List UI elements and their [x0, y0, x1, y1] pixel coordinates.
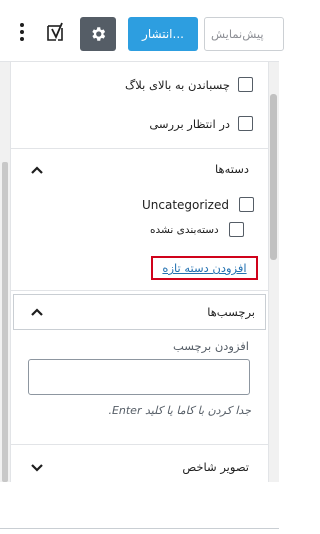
- pending-label: در انتظار بررسی: [149, 116, 230, 131]
- editor-scrollbar[interactable]: [0, 62, 10, 482]
- editor-scrollbar-thumb[interactable]: [2, 162, 8, 482]
- add-new-category-link[interactable]: افزودن دسته تازه: [151, 256, 258, 280]
- tag-help-text: جدا کردن با کاما یا کلید Enter.: [108, 404, 251, 417]
- editor-sidebar: انتشار... پیش‌نمایش چسباندن به بالای بلا…: [0, 0, 284, 534]
- yoast-seo-icon[interactable]: [44, 20, 70, 46]
- divider: [10, 290, 269, 291]
- add-new-category-label: افزودن دسته تازه: [162, 261, 247, 275]
- featured-image-title: تصویر شاخص: [182, 460, 249, 474]
- gear-icon: [92, 27, 106, 41]
- sticky-label: چسباندن به بالای بلاگ: [125, 77, 230, 92]
- categories-panel-toggle[interactable]: دسته‌ها: [10, 149, 269, 191]
- categories-title: دسته‌ها: [215, 162, 249, 176]
- sidebar-scrollbar-thumb[interactable]: [270, 94, 277, 260]
- footer-divider: [0, 528, 279, 529]
- category-checkbox[interactable]: [228, 222, 244, 237]
- category-item[interactable]: دسته‌بندی نشده: [150, 222, 244, 237]
- sticky-checkbox[interactable]: [238, 77, 253, 92]
- chevron-down-icon: [31, 464, 43, 472]
- add-tag-label: افزودن برچسب: [172, 339, 249, 353]
- tags-title: برچسب‌ها: [207, 305, 255, 319]
- category-label: دسته‌بندی نشده: [150, 223, 219, 236]
- top-toolbar: انتشار... پیش‌نمایش: [0, 0, 284, 62]
- featured-image-panel-toggle[interactable]: تصویر شاخص: [10, 447, 269, 489]
- preview-button[interactable]: پیش‌نمایش: [204, 17, 284, 51]
- tags-panel-toggle[interactable]: برچسب‌ها: [13, 294, 266, 330]
- vertical-ellipsis-icon[interactable]: [12, 18, 32, 46]
- pending-checkbox[interactable]: [238, 116, 253, 131]
- publish-button[interactable]: انتشار...: [128, 17, 198, 51]
- sticky-option[interactable]: چسباندن به بالای بلاگ: [125, 77, 253, 92]
- pending-option[interactable]: در انتظار بررسی: [149, 116, 253, 131]
- category-checkbox[interactable]: [238, 197, 254, 212]
- chevron-up-icon: [31, 166, 43, 174]
- divider: [10, 444, 269, 445]
- settings-button[interactable]: [80, 17, 116, 51]
- tag-input[interactable]: [28, 359, 250, 395]
- sidebar-scrollbar[interactable]: [269, 62, 279, 482]
- category-item[interactable]: Uncategorized: [142, 197, 254, 212]
- category-label: Uncategorized: [142, 197, 229, 212]
- chevron-up-icon: [31, 308, 43, 316]
